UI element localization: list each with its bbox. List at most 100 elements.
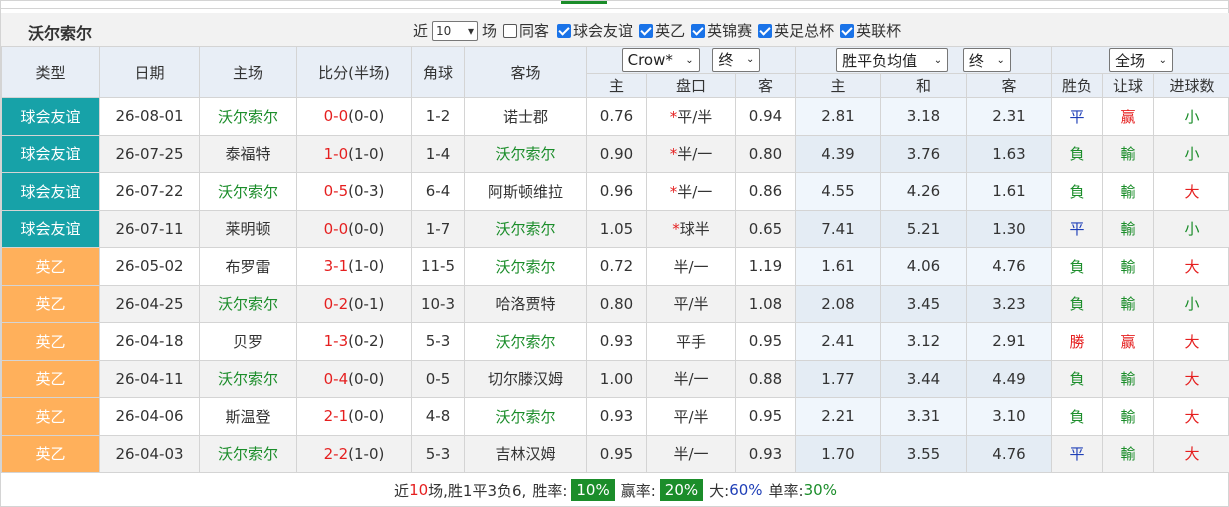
away-team-link[interactable]: 哈洛贾特 <box>464 284 587 323</box>
match-type-badge[interactable]: 英乙 <box>1 434 100 473</box>
competition-checkbox-fa-cup[interactable] <box>758 23 773 38</box>
same-home-checkbox[interactable] <box>503 23 518 38</box>
avg-lose-odds: 3.23 <box>966 284 1052 323</box>
handicap-result: 輸 <box>1102 134 1154 173</box>
half-time-score: (0-2) <box>348 332 385 351</box>
home-team-link[interactable]: 贝罗 <box>199 322 297 361</box>
same-home-label: 同客 <box>519 22 550 40</box>
match-corners: 11-5 <box>411 247 465 286</box>
average-state-select[interactable]: 终 ⌄ <box>962 48 1011 72</box>
win-rate-label: 胜率: <box>532 481 568 500</box>
away-team-link[interactable]: 沃尔索尔 <box>464 247 587 286</box>
handicap-home-odds: 1.05 <box>586 209 647 248</box>
col-handicap-line: 盘口 <box>646 73 736 98</box>
match-score: 0-4(0-0) <box>296 359 412 398</box>
match-row[interactable]: 球会友谊 26-08-01 沃尔索尔 0-0(0-0) 1-2 诺士郡 0.76 *平/半 0.… <box>1 97 1229 136</box>
avg-win-odds: 2.08 <box>795 284 881 323</box>
competition-checkbox-league-two[interactable] <box>639 23 654 38</box>
avg-lose-odds: 4.76 <box>966 434 1052 473</box>
games-label: 场 <box>482 22 498 40</box>
match-row[interactable]: 英乙 26-04-18 贝罗 1-3(0-2) 5-3 沃尔索尔 0.93 平手 0.95 2.4… <box>1 322 1229 361</box>
away-team-link[interactable]: 沃尔索尔 <box>464 134 587 173</box>
scope-select[interactable]: 全场 ⌄ <box>1109 48 1174 72</box>
match-type-badge[interactable]: 英乙 <box>1 322 100 361</box>
match-row[interactable]: 球会友谊 26-07-22 沃尔索尔 0-5(0-3) 6-4 阿斯顿维拉 0.96 *半/一… <box>1 172 1229 211</box>
col-result: 胜负 <box>1051 73 1103 98</box>
match-type-badge[interactable]: 英乙 <box>1 359 100 398</box>
recent-count-select[interactable]: 10 ▾ <box>432 20 479 41</box>
avg-lose-odds: 2.31 <box>966 97 1052 136</box>
col-goals: 进球数 <box>1152 73 1229 98</box>
match-score: 3-1(1-0) <box>296 247 412 286</box>
match-type-badge[interactable]: 球会友谊 <box>1 172 100 211</box>
away-team-link[interactable]: 诺士郡 <box>464 97 587 136</box>
match-corners: 5-3 <box>411 434 465 473</box>
home-team-link[interactable]: 沃尔索尔 <box>199 172 297 211</box>
home-team-link[interactable]: 沃尔索尔 <box>199 434 297 473</box>
handicap-away-odds: 0.95 <box>735 397 796 436</box>
competition-checkbox-efl-trophy[interactable] <box>691 23 706 38</box>
away-team-link[interactable]: 沃尔索尔 <box>464 397 587 436</box>
avg-lose-odds: 4.49 <box>966 359 1052 398</box>
match-corners: 6-4 <box>411 172 465 211</box>
match-row[interactable]: 英乙 26-04-25 沃尔索尔 0-2(0-1) 10-3 哈洛贾特 0.80 平/半 1.0… <box>1 284 1229 323</box>
home-team-link[interactable]: 布罗雷 <box>199 247 297 286</box>
avg-draw-odds: 4.06 <box>880 247 967 286</box>
chevron-down-icon: ⌄ <box>685 54 694 66</box>
match-score: 1-3(0-2) <box>296 322 412 361</box>
match-result: 平 <box>1051 97 1103 136</box>
active-tab-indicator <box>561 1 607 4</box>
recent-count-value: 10 <box>436 23 452 38</box>
away-team-link[interactable]: 阿斯顿维拉 <box>464 172 587 211</box>
recent-label: 近 <box>413 22 429 40</box>
col-handicap-result: 让球 <box>1102 73 1154 98</box>
match-corners: 1-4 <box>411 134 465 173</box>
competition-checkbox-league-cup[interactable] <box>840 23 855 38</box>
result-header: 全场 ⌄ <box>1050 46 1229 74</box>
full-time-score: 2-2 <box>323 444 349 463</box>
average-state-value: 终 <box>968 51 984 70</box>
odd-rate-label: 单率: <box>768 481 804 500</box>
match-row[interactable]: 英乙 26-04-06 斯温登 2-1(0-0) 4-8 沃尔索尔 0.93 平/半 0.95 2… <box>1 397 1229 436</box>
handicap-home-odds: 0.96 <box>586 172 647 211</box>
match-date: 26-07-22 <box>99 172 200 211</box>
match-type-badge[interactable]: 球会友谊 <box>1 134 100 173</box>
avg-draw-odds: 3.18 <box>880 97 967 136</box>
company-select[interactable]: Crow* ⌄ <box>621 48 700 73</box>
handicap-away-odds: 0.95 <box>735 322 796 361</box>
match-row[interactable]: 球会友谊 26-07-25 泰福特 1-0(1-0) 1-4 沃尔索尔 0.90 *半/一 0.… <box>1 134 1229 173</box>
avg-win-odds: 7.41 <box>795 209 881 248</box>
away-team-link[interactable]: 沃尔索尔 <box>464 209 587 248</box>
home-team-link[interactable]: 沃尔索尔 <box>199 97 297 136</box>
match-row[interactable]: 球会友谊 26-07-11 莱明顿 0-0(0-0) 1-7 沃尔索尔 1.05 *球半 0.6… <box>1 209 1229 248</box>
avg-win-odds: 2.41 <box>795 322 881 361</box>
chevron-down-icon: ▾ <box>467 23 475 38</box>
full-time-score: 0-5 <box>323 182 349 201</box>
home-team-link[interactable]: 斯温登 <box>199 397 297 436</box>
handicap-result: 赢 <box>1102 322 1154 361</box>
match-type-badge[interactable]: 英乙 <box>1 247 100 286</box>
match-type-badge[interactable]: 英乙 <box>1 284 100 323</box>
match-row[interactable]: 英乙 26-05-02 布罗雷 3-1(1-0) 11-5 沃尔索尔 0.72 半/一 1.19… <box>1 247 1229 286</box>
match-type-badge[interactable]: 球会友谊 <box>1 209 100 248</box>
match-type-badge[interactable]: 球会友谊 <box>1 97 100 136</box>
away-team-link[interactable]: 沃尔索尔 <box>464 322 587 361</box>
handicap-state-select[interactable]: 终 ⌄ <box>712 47 761 72</box>
full-time-score: 0-0 <box>323 219 349 238</box>
handicap-line: *球半 <box>646 209 736 248</box>
home-team-link[interactable]: 泰福特 <box>199 134 297 173</box>
home-team-link[interactable]: 沃尔索尔 <box>199 284 297 323</box>
handicap-away-odds: 0.86 <box>735 172 796 211</box>
match-result: 負 <box>1051 247 1103 286</box>
competition-checkbox-friendly[interactable] <box>557 23 572 38</box>
home-team-link[interactable]: 莱明顿 <box>199 209 297 248</box>
home-team-link[interactable]: 沃尔索尔 <box>199 359 297 398</box>
goals-result: 大 <box>1152 434 1229 473</box>
away-team-link[interactable]: 吉林汉姆 <box>464 434 587 473</box>
handicap-result: 輸 <box>1102 209 1154 248</box>
match-type-badge[interactable]: 英乙 <box>1 397 100 436</box>
match-row[interactable]: 英乙 26-04-11 沃尔索尔 0-4(0-0) 0-5 切尔滕汉姆 1.00 半/一 0.8… <box>1 359 1229 398</box>
match-row[interactable]: 英乙 26-04-03 沃尔索尔 2-2(1-0) 5-3 吉林汉姆 0.95 半/一 0.93… <box>1 434 1229 473</box>
away-team-link[interactable]: 切尔滕汉姆 <box>464 359 587 398</box>
average-select[interactable]: 胜平负均值 ⌄ <box>836 48 949 72</box>
